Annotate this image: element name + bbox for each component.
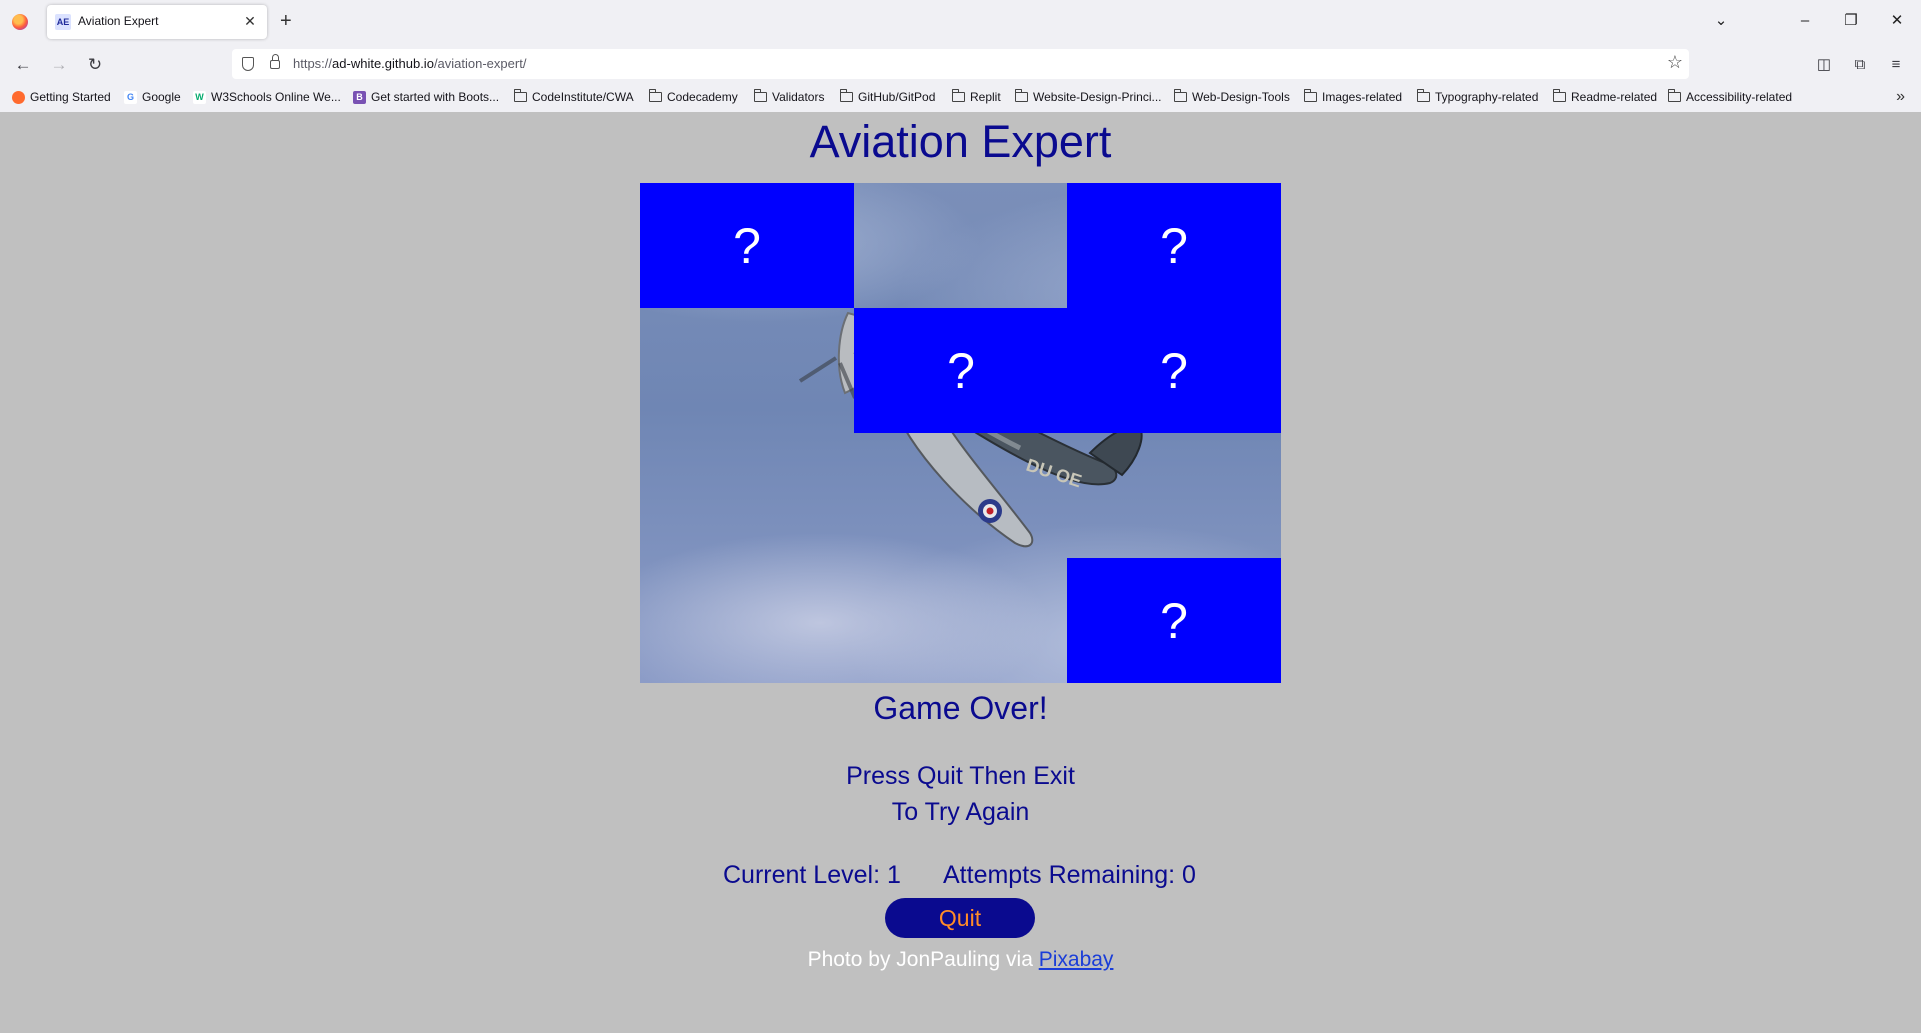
bookmark-folder-typography[interactable]: Typography-related xyxy=(1417,89,1538,104)
bookmark-folder-website-design[interactable]: Website-Design-Princi... xyxy=(1015,89,1161,104)
url-text[interactable]: https://ad-white.github.io/aviation-expe… xyxy=(293,56,526,71)
folder-icon xyxy=(1304,89,1317,102)
folder-icon xyxy=(840,89,853,102)
navigation-bar: ← → ↻ https://ad-white.github.io/aviatio… xyxy=(0,44,1921,84)
tab-close-icon[interactable]: ✕ xyxy=(241,12,259,30)
bookmarks-toolbar: Getting Started G Google W W3Schools Onlin… xyxy=(0,86,1921,110)
folder-icon xyxy=(1417,89,1430,102)
bookmark-folder-replit[interactable]: Replit xyxy=(952,89,1001,104)
extensions-icon[interactable]: ⧉ xyxy=(1849,54,1871,76)
folder-icon xyxy=(514,89,527,102)
lock-icon[interactable] xyxy=(270,54,280,69)
pixabay-link[interactable]: Pixabay xyxy=(1039,948,1114,971)
firefox-icon xyxy=(12,90,25,104)
menu-icon[interactable]: ≡ xyxy=(1885,54,1907,76)
folder-icon xyxy=(1553,89,1566,102)
folder-icon xyxy=(754,89,767,102)
hidden-tile[interactable]: ? xyxy=(854,308,1068,433)
tracking-protection-icon[interactable] xyxy=(242,57,254,71)
quit-button[interactable]: Quit xyxy=(885,898,1035,938)
tab-title: Aviation Expert xyxy=(78,14,159,28)
firefox-logo-icon xyxy=(12,14,28,30)
hidden-tile[interactable]: ? xyxy=(640,183,854,308)
minimize-icon[interactable]: – xyxy=(1790,10,1820,32)
browser-chrome: AE Aviation Expert ✕ + ⌄ – ❐ ✕ ← → ↻ htt… xyxy=(0,0,1921,112)
bookmark-folder-images[interactable]: Images-related xyxy=(1304,89,1402,104)
google-icon: G xyxy=(124,90,137,104)
close-window-icon[interactable]: ✕ xyxy=(1882,10,1912,32)
bookmark-bootstrap[interactable]: B Get started with Boots... xyxy=(353,90,499,104)
attempts-remaining: Attempts Remaining: 0 xyxy=(943,861,1196,889)
pocket-icon[interactable]: ◫ xyxy=(1813,54,1835,76)
bookmark-google[interactable]: G Google xyxy=(124,90,181,104)
site-favicon-icon: AE xyxy=(55,14,71,30)
bookmark-folder-github[interactable]: GitHub/GitPod xyxy=(840,89,935,104)
bookmark-w3schools[interactable]: W W3Schools Online We... xyxy=(193,90,341,104)
hidden-tile[interactable]: ? xyxy=(1067,183,1281,308)
hidden-tile[interactable]: ? xyxy=(1067,558,1281,683)
bookmark-folder-accessibility[interactable]: Accessibility-related xyxy=(1668,89,1792,104)
list-all-tabs-icon[interactable]: ⌄ xyxy=(1706,10,1736,32)
bookmark-getting-started[interactable]: Getting Started xyxy=(12,90,111,104)
bookmarks-overflow-icon[interactable]: » xyxy=(1896,88,1905,106)
bookmark-folder-web-design-tools[interactable]: Web-Design-Tools xyxy=(1174,89,1290,104)
folder-icon xyxy=(1174,89,1187,102)
page-content: Aviation Expert DU OE ? ? ? ? ? Game Ove… xyxy=(0,112,1921,1033)
bookmark-folder-codeinstitute[interactable]: CodeInstitute/CWA xyxy=(514,89,634,104)
restore-icon[interactable]: ❐ xyxy=(1836,10,1866,32)
address-bar[interactable]: https://ad-white.github.io/aviation-expe… xyxy=(232,49,1689,79)
puzzle-board: DU OE ? ? ? ? ? xyxy=(640,183,1281,683)
bookmark-folder-readme[interactable]: Readme-related xyxy=(1553,89,1657,104)
bookmark-folder-validators[interactable]: Validators xyxy=(754,89,824,104)
instruction-line-1: Press Quit Then Exit xyxy=(846,762,1075,790)
folder-icon xyxy=(1015,89,1028,102)
tab-active[interactable]: AE Aviation Expert ✕ xyxy=(47,5,267,39)
folder-icon xyxy=(952,89,965,102)
bookmark-folder-codecademy[interactable]: Codecademy xyxy=(649,89,738,104)
folder-icon xyxy=(1668,89,1681,102)
forward-icon[interactable]: → xyxy=(48,54,70,76)
folder-icon xyxy=(649,89,662,102)
back-icon[interactable]: ← xyxy=(12,54,34,76)
new-tab-icon[interactable]: + xyxy=(280,10,292,32)
page-title: Aviation Expert xyxy=(809,116,1112,167)
hidden-tile[interactable]: ? xyxy=(1067,308,1281,433)
game-over-message: Game Over! xyxy=(873,690,1048,726)
current-level: Current Level: 1 xyxy=(723,861,901,889)
photo-credit: Photo by JonPauling via Pixabay xyxy=(807,948,1114,971)
bootstrap-icon: B xyxy=(353,90,366,104)
bookmark-star-icon[interactable]: ☆ xyxy=(1667,52,1683,73)
tab-bar: AE Aviation Expert ✕ + ⌄ – ❐ ✕ xyxy=(0,0,1921,44)
reload-icon[interactable]: ↻ xyxy=(84,54,106,76)
instruction-line-2: To Try Again xyxy=(891,798,1030,826)
w3schools-icon: W xyxy=(193,90,206,104)
